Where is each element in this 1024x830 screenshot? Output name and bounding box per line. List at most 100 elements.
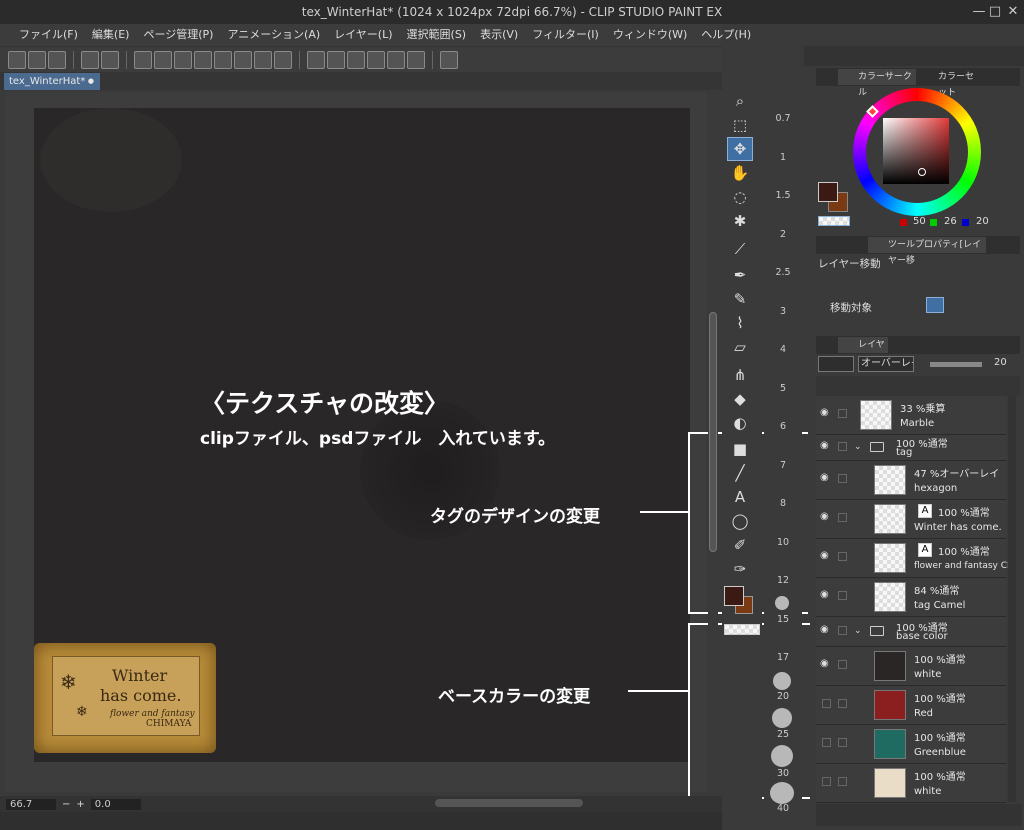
menu-page[interactable]: ページ管理(P) <box>136 24 220 46</box>
brush-size[interactable]: 2 <box>764 229 802 240</box>
brush-size[interactable]: 8 <box>764 498 802 509</box>
visibility-checkbox[interactable] <box>822 699 831 708</box>
pencil-tool-icon[interactable]: ✎ <box>728 288 752 310</box>
brush-size[interactable]: 3 <box>764 306 802 317</box>
redo-icon[interactable] <box>101 50 119 69</box>
brush-size[interactable]: 40 <box>764 803 802 814</box>
zoom-tool-icon[interactable]: ⌕ <box>728 90 752 112</box>
reference-icon[interactable] <box>327 50 345 69</box>
lock-checkbox[interactable] <box>838 513 847 522</box>
brush-size[interactable]: 10 <box>764 537 802 548</box>
sparkle-icon[interactable] <box>387 50 405 69</box>
layer-row[interactable]: 100 %通常 Greenblue <box>816 725 1006 764</box>
balloon-tool-icon[interactable]: ◯ <box>728 510 752 532</box>
menu-layer[interactable]: レイヤー(L) <box>327 24 399 46</box>
visibility-eye-icon[interactable]: ◉ <box>820 659 830 669</box>
zoom-in-icon[interactable]: + <box>76 799 84 810</box>
fill-icon[interactable] <box>174 50 192 69</box>
horizontal-scroll-thumb[interactable] <box>435 799 583 807</box>
eraser-icon[interactable]: ▱ <box>728 336 752 358</box>
correct-line-icon[interactable]: ✑ <box>728 558 752 580</box>
new-file-icon[interactable] <box>8 50 26 69</box>
brush-size[interactable]: 25 <box>764 729 802 740</box>
operation-tool-icon[interactable]: ⬚ <box>728 114 752 136</box>
magic-wand-icon[interactable]: ✱ <box>728 210 752 232</box>
pen-tool-icon[interactable]: ✒ <box>728 264 752 286</box>
line-tool-icon[interactable]: ╱ <box>728 462 752 484</box>
brush-size[interactable]: 7 <box>764 460 802 471</box>
clear-icon[interactable] <box>134 50 152 69</box>
tab-color-set[interactable]: カラーセット <box>918 69 982 98</box>
main-color-swatch[interactable] <box>724 586 744 606</box>
visibility-eye-icon[interactable]: ◉ <box>820 441 830 451</box>
close-button[interactable]: ✕ <box>1002 0 1024 24</box>
layer-row[interactable]: 100 %通常 Red <box>816 686 1006 725</box>
scroll-thumb[interactable] <box>709 312 717 552</box>
show-selection-icon[interactable] <box>254 50 272 69</box>
tab-color-circle[interactable]: カラーサークル <box>838 69 916 98</box>
blend-tool-icon[interactable]: ◆ <box>728 388 752 410</box>
menu-selection[interactable]: 選択範囲(S) <box>400 24 474 46</box>
menu-edit[interactable]: 編集(E) <box>85 24 137 46</box>
visibility-checkbox[interactable] <box>822 777 831 786</box>
brush-size[interactable]: 1 <box>764 152 802 163</box>
brush-size[interactable]: 5 <box>764 383 802 394</box>
visibility-eye-icon[interactable]: ◉ <box>820 473 830 483</box>
blend-mode-select[interactable]: オーバーレイ <box>858 356 914 372</box>
clear-outside-icon[interactable] <box>154 50 172 69</box>
snap-icon[interactable] <box>367 50 385 69</box>
visibility-eye-icon[interactable]: ◉ <box>820 408 830 418</box>
brush-size[interactable]: 4 <box>764 344 802 355</box>
brush-size[interactable]: 17 <box>764 652 802 663</box>
frame-tool-icon[interactable]: ✐ <box>728 534 752 556</box>
save-icon[interactable] <box>48 50 66 69</box>
eyedropper-icon[interactable]: ⟋ <box>728 238 752 260</box>
lock-checkbox[interactable] <box>838 660 847 669</box>
brush-size[interactable]: 30 <box>764 768 802 779</box>
opacity-slider[interactable] <box>930 362 982 367</box>
saturation-value-square[interactable] <box>883 118 949 184</box>
lock-checkbox[interactable] <box>838 552 847 561</box>
layer-row[interactable]: ◉ 84 %通常 tag Camel <box>816 578 1006 617</box>
layer-row[interactable]: ◉ 33 %乗算 Marble <box>816 396 1006 435</box>
layer-scrollbar[interactable] <box>1008 396 1016 802</box>
fill-tool-icon[interactable]: ◐ <box>728 412 752 434</box>
sparkle2-icon[interactable] <box>407 50 425 69</box>
folder-expand-icon[interactable]: ⌄ <box>854 626 862 636</box>
undo-icon[interactable] <box>81 50 99 69</box>
lock-checkbox[interactable] <box>838 777 847 786</box>
lock-checkbox[interactable] <box>838 442 847 451</box>
menu-animation[interactable]: アニメーション(A) <box>220 24 327 46</box>
vertical-scrollbar[interactable] <box>708 92 718 794</box>
layer-row[interactable]: ◉ A 100 %通常 flower and fantasy CHI <box>816 539 1014 578</box>
airbrush-icon[interactable]: ⌇ <box>728 312 752 334</box>
layer-icon[interactable] <box>307 50 325 69</box>
zoom-out-icon[interactable]: − <box>62 799 70 810</box>
folder-expand-icon[interactable]: ⌄ <box>854 442 862 452</box>
move-tool-icon[interactable]: ✥ <box>727 137 753 161</box>
brush-size[interactable]: 15 <box>764 614 802 625</box>
angle-field[interactable]: 0.0 <box>90 798 141 810</box>
brush-size[interactable]: 20 <box>764 691 802 702</box>
text-tool-icon[interactable]: A <box>728 486 752 508</box>
main-color-swatch[interactable] <box>818 182 838 202</box>
lock-checkbox[interactable] <box>838 474 847 483</box>
tab-document[interactable]: tex_WinterHat* ● <box>4 73 100 90</box>
lock-checkbox[interactable] <box>838 409 847 418</box>
menu-filter[interactable]: フィルター(I) <box>525 24 606 46</box>
brush-size[interactable]: 1.5 <box>764 190 802 201</box>
tab-layer[interactable]: レイヤー <box>838 337 888 366</box>
grid-icon[interactable] <box>347 50 365 69</box>
ruler-icon[interactable] <box>274 50 292 69</box>
brush-size[interactable]: 6 <box>764 421 802 432</box>
menu-help[interactable]: ヘルプ(H) <box>694 24 758 46</box>
color-picker-handle[interactable] <box>918 168 926 176</box>
brush-size[interactable]: 0.7 <box>764 113 802 124</box>
layer-row[interactable]: 100 %通常 white <box>816 764 1006 803</box>
invert-selection-icon[interactable] <box>234 50 252 69</box>
layer-row[interactable]: ◉ A 100 %通常 Winter has come. <box>816 500 1006 539</box>
layer-folder-row[interactable]: ◉ ⌄ 100 %通常 base color <box>816 617 1006 647</box>
layer-folder-row[interactable]: ◉ ⌄ 100 %通常 tag <box>816 435 1006 461</box>
lock-checkbox[interactable] <box>838 699 847 708</box>
lock-checkbox[interactable] <box>838 738 847 747</box>
